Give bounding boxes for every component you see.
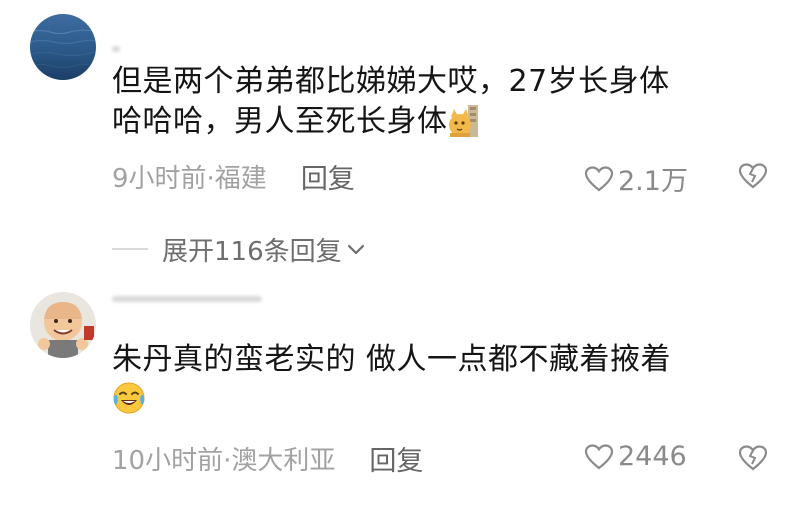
dislike-button[interactable] — [738, 161, 768, 191]
heart-icon — [584, 165, 614, 191]
broken-heart-icon — [738, 445, 768, 471]
broken-heart-icon — [738, 163, 768, 189]
expand-replies-label: 展开116条回复 — [162, 236, 342, 267]
username-blurred — [112, 46, 120, 52]
chevron-down-icon — [347, 244, 364, 255]
ocean-avatar-image — [30, 14, 96, 80]
comment-text-line1: 但是两个弟弟都比娣娣大哎，27岁长身体 — [112, 64, 670, 99]
comment-text: 朱丹真的蛮老实的 做人一点都不藏着掖着 — [112, 340, 772, 426]
cartoon-avatar-image — [30, 292, 96, 358]
comment-meta: 9小时前 ·福建 回复 — [112, 157, 355, 196]
avatar[interactable] — [30, 14, 96, 80]
comment-text-line2 — [112, 380, 772, 426]
username-blurred — [112, 296, 262, 302]
comment-meta: 10小时前 ·澳大利亚 回复 — [112, 439, 423, 478]
reply-button[interactable]: 回复 — [369, 439, 423, 478]
dislike-button[interactable] — [738, 443, 768, 473]
comment-location: ·福建 — [206, 163, 267, 194]
like-count: 2446 — [618, 441, 687, 472]
like-button[interactable]: 2446 — [584, 441, 687, 472]
comment-2: 朱丹真的蛮老实的 做人一点都不藏着掖着 10小时前 ·澳大利亚 回复 2446 — [0, 280, 800, 509]
comment-text-line2: 哈哈哈，男人至死长身体 — [112, 102, 772, 148]
comment-time: 10小时前 — [112, 445, 224, 476]
expand-divider-line — [112, 248, 148, 250]
expand-replies-button[interactable]: 展开116条回复 — [112, 232, 366, 267]
comment-time: 9小时前 — [112, 163, 207, 194]
comment-text-line1: 朱丹真的蛮老实的 做人一点都不藏着掖着 — [112, 342, 672, 377]
comment-location: ·澳大利亚 — [223, 445, 336, 476]
laughing-crying-emoji-icon — [112, 381, 146, 426]
avatar[interactable] — [30, 292, 96, 358]
comment-text: 但是两个弟弟都比娣娣大哎，27岁长身体 哈哈哈，男人至死长身体 — [112, 62, 772, 148]
cat-emoji-icon — [448, 105, 478, 148]
like-count: 2.1万 — [618, 166, 688, 197]
like-button[interactable]: 2.1万 — [584, 159, 688, 198]
comment-1: 但是两个弟弟都比娣娣大哎，27岁长身体 哈哈哈，男人至死长身体 9小时前 ·福建… — [0, 0, 800, 210]
heart-icon — [584, 443, 614, 469]
reply-button[interactable]: 回复 — [301, 157, 355, 196]
